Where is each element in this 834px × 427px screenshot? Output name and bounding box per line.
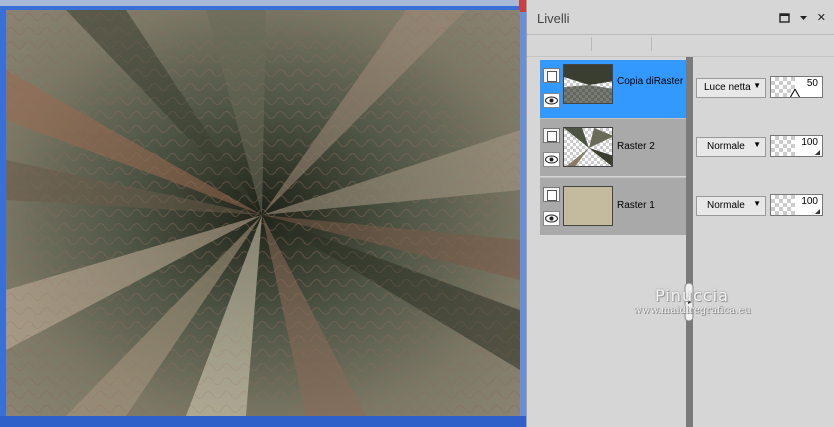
divider xyxy=(527,56,834,57)
chevron-down-icon: ▼ xyxy=(753,81,761,90)
layer-name[interactable]: Copia diRaster 2 xyxy=(617,76,691,87)
layer-row[interactable]: Raster 1 xyxy=(540,177,686,235)
toolbar-divider xyxy=(591,37,592,51)
divider xyxy=(527,34,834,35)
layer-group-icon[interactable] xyxy=(543,128,560,143)
image-window xyxy=(0,0,526,427)
layer-row[interactable]: Copia diRaster 2 xyxy=(540,60,691,118)
close-panel-button[interactable]: ✕ xyxy=(817,12,826,26)
close-window-icon[interactable] xyxy=(519,0,526,12)
layer-row[interactable]: Raster 2 xyxy=(540,118,686,176)
window-status-bar xyxy=(0,416,526,427)
panel-splitter[interactable] xyxy=(686,57,693,427)
opacity-marker-icon xyxy=(789,89,801,97)
opacity-value: 100 xyxy=(801,137,818,148)
panel-controls: ✕ xyxy=(779,12,826,26)
chevron-down-icon: ▼ xyxy=(753,199,761,208)
restore-window-icon[interactable] xyxy=(779,12,790,26)
eye-icon[interactable] xyxy=(543,93,560,108)
eye-icon[interactable] xyxy=(543,211,560,226)
opacity-slider[interactable]: 100 xyxy=(770,194,823,216)
layer-thumbnail xyxy=(563,186,613,226)
window-scrollbar[interactable] xyxy=(519,0,526,427)
layer-group-icon[interactable] xyxy=(543,68,560,83)
layer-name[interactable]: Raster 1 xyxy=(617,200,655,211)
transparency-checker xyxy=(771,136,795,156)
blend-mode-select[interactable]: Luce netta ▼ xyxy=(696,78,766,98)
blend-mode-value: Luce netta xyxy=(704,82,751,93)
chevron-down-icon: ▼ xyxy=(753,140,761,149)
image-canvas[interactable] xyxy=(6,10,520,416)
blend-mode-select[interactable]: Normale ▼ xyxy=(696,196,766,216)
chevron-down-icon[interactable] xyxy=(799,12,808,26)
toolbar-divider xyxy=(651,37,652,51)
blend-mode-value: Normale xyxy=(707,141,745,152)
watermark: Pinuccia www.maidiregrafica.eu xyxy=(607,286,777,316)
opacity-slider[interactable]: 50 xyxy=(770,76,823,98)
blend-mode-value: Normale xyxy=(707,200,745,211)
panel-title: Livelli xyxy=(537,11,570,26)
blend-mode-select[interactable]: Normale ▼ xyxy=(696,137,766,157)
resize-corner-icon xyxy=(815,209,820,214)
transparency-checker xyxy=(771,195,795,215)
radial-blur-image xyxy=(6,10,520,416)
layer-thumbnail xyxy=(563,64,613,104)
layer-thumbnail xyxy=(563,127,613,167)
opacity-value: 50 xyxy=(806,78,818,89)
resize-corner-icon xyxy=(815,150,820,155)
eye-icon[interactable] xyxy=(543,152,560,167)
opacity-value: 100 xyxy=(801,196,818,207)
layer-name[interactable]: Raster 2 xyxy=(617,141,655,152)
layer-group-icon[interactable] xyxy=(543,187,560,202)
layers-panel: Livelli ✕ Copia diRaster 2 Raster 2 Rast… xyxy=(526,0,834,427)
window-title-strip[interactable] xyxy=(0,0,526,6)
opacity-slider[interactable]: 100 xyxy=(770,135,823,157)
watermark-url: www.maidiregrafica.eu xyxy=(633,305,751,316)
watermark-title: Pinuccia xyxy=(655,286,729,305)
